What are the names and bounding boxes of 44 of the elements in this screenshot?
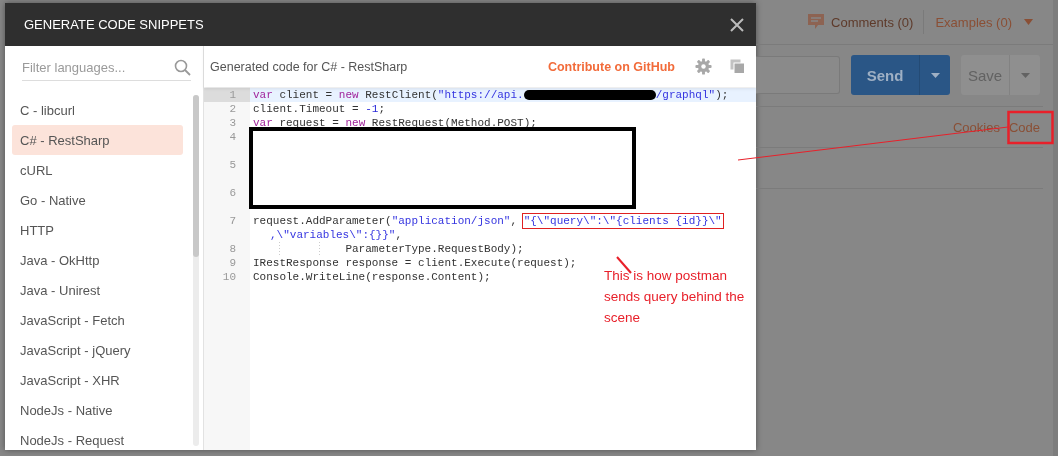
line-number: 9: [228, 256, 237, 270]
line-number: 4: [228, 130, 237, 145]
code-line: IRestResponse response = client.Execute(request);: [252, 256, 577, 270]
line-number: 10: [221, 270, 237, 284]
scrollbar[interactable]: [193, 95, 199, 446]
language-item[interactable]: NodeJs - Request: [12, 425, 183, 450]
line-number: 8: [228, 242, 237, 256]
language-item[interactable]: JavaScript - Fetch: [12, 305, 183, 335]
line-number: 6: [228, 186, 237, 201]
code-line: client.Timeout = -1;: [252, 102, 386, 116]
comment-icon[interactable]: [807, 13, 826, 31]
code-line: var client = new RestClient("https://api. /graphql");: [252, 88, 729, 102]
dialog-title: GENERATE CODE SNIPPETS: [24, 17, 204, 32]
line-number: 1: [204, 88, 250, 102]
line-number: 3: [228, 116, 237, 130]
filter-field[interactable]: Filter languages...: [22, 59, 152, 75]
code-line: ,\"variables\":{}}",: [269, 228, 404, 242]
language-item[interactable]: Java - Unirest: [12, 275, 183, 305]
copy-icon[interactable]: [730, 59, 745, 74]
url-field[interactable]: [756, 56, 840, 94]
annotation-note: This is how postman sends query behind the scene: [604, 267, 746, 327]
language-item[interactable]: HTTP: [12, 215, 183, 245]
caret-icon[interactable]: [1024, 19, 1033, 25]
line-number: 2: [228, 102, 237, 116]
language-item[interactable]: cURL: [12, 155, 183, 185]
caret-icon: [1020, 72, 1030, 78]
language-item[interactable]: Go - Native: [12, 185, 183, 215]
code-line: var request = new RestRequest(Method.POST);: [252, 116, 537, 130]
language-item[interactable]: JavaScript - jQuery: [12, 335, 183, 365]
code-line: request.AddParameter("application/json", "{\"query\":\"{clients {id}}\": [252, 214, 722, 228]
language-item[interactable]: C# - RestSharp: [12, 125, 183, 155]
search-icon: [174, 58, 191, 76]
language-item[interactable]: C - libcurl: [12, 95, 183, 125]
code-title: Generated code for C# - RestSharp: [210, 59, 409, 74]
line-number: 7: [228, 214, 237, 228]
language-item[interactable]: NodeJs - Native: [12, 395, 183, 425]
language-item[interactable]: Java - OkHttp: [12, 245, 183, 275]
settings-icon[interactable]: [695, 58, 712, 75]
code-line: Console.WriteLine(response.Content);: [252, 270, 491, 284]
caret-icon: [930, 72, 940, 78]
language-item[interactable]: JavaScript - XHR: [12, 365, 183, 395]
close-icon[interactable]: [730, 17, 744, 32]
code-line: ParameterType.RequestBody);: [250, 242, 524, 256]
line-number: 5: [228, 158, 237, 173]
